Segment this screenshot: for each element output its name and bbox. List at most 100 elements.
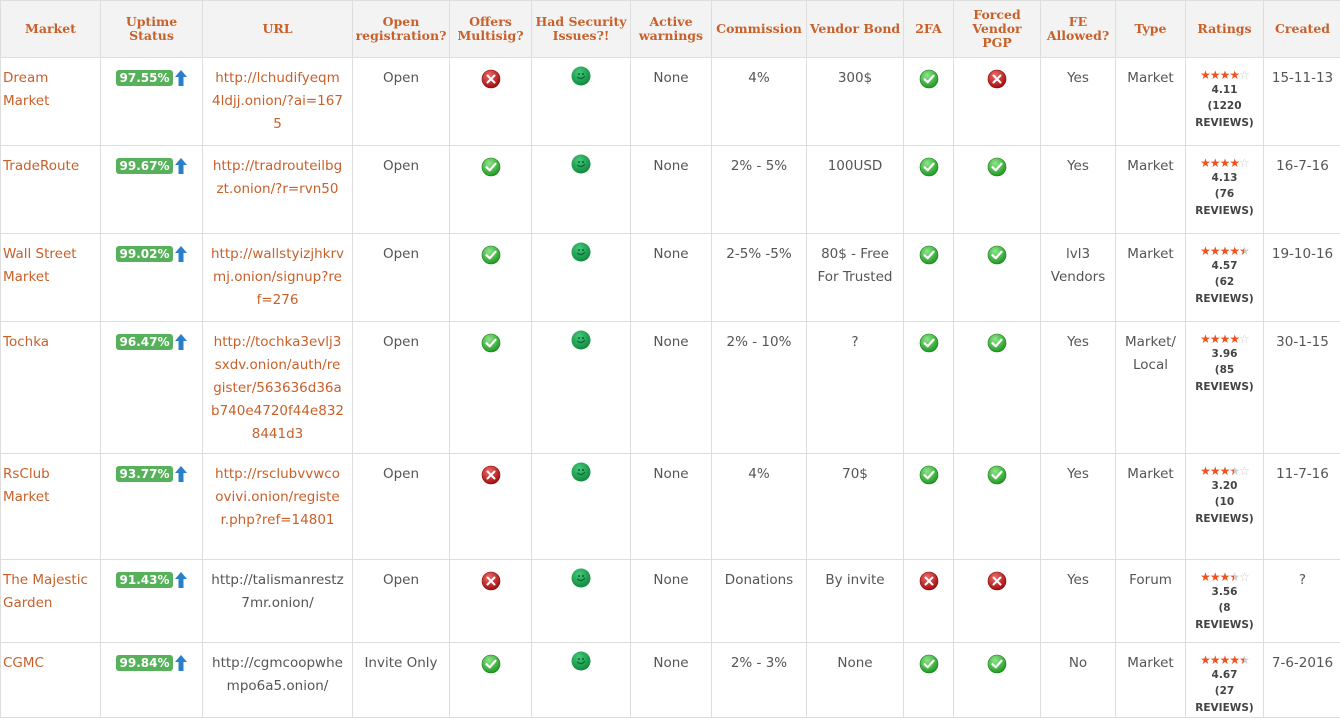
- check-icon: [919, 69, 939, 89]
- market-name-link[interactable]: Wall Street Market: [1, 234, 101, 322]
- uptime-status: 99.02%: [116, 246, 188, 262]
- check-icon: [987, 157, 1007, 177]
- review-count: (8 REVIEWS): [1189, 600, 1260, 634]
- star-rating-icon: ★★★★☆: [1189, 156, 1260, 170]
- forced-pgp-cell: [954, 58, 1041, 146]
- market-type: Market: [1116, 146, 1186, 234]
- rating-cell: ★★★★☆3.96(85 REVIEWS): [1186, 322, 1264, 454]
- column-header[interactable]: Active warnings: [631, 1, 712, 58]
- two-factor-cell: [904, 454, 954, 560]
- column-header[interactable]: Ratings: [1186, 1, 1264, 58]
- forced-pgp-cell: [954, 560, 1041, 643]
- multisig-cell: [450, 643, 532, 718]
- registration-status: Open: [353, 454, 450, 560]
- column-header[interactable]: Commission: [712, 1, 807, 58]
- security-issues-cell: [532, 146, 631, 234]
- market-name-link[interactable]: The Majestic Garden: [1, 560, 101, 643]
- uptime-badge: 93.77%: [116, 466, 174, 482]
- url-link[interactable]: http://tradrouteilbgzt.onion/?r=rvn50: [203, 146, 353, 234]
- rating-value: 3.96: [1189, 346, 1260, 362]
- x-icon: [987, 69, 1007, 89]
- created-date: 30-1-15: [1264, 322, 1340, 454]
- url-link[interactable]: http://wallstyizjhkrvmj.onion/signup?ref…: [203, 234, 353, 322]
- rating-value: 4.67: [1189, 667, 1260, 683]
- created-date: 15-11-13: [1264, 58, 1340, 146]
- star-rating-icon: ★★★★★: [1189, 244, 1260, 258]
- uptime-cell: 99.02%: [101, 234, 203, 322]
- arrow-up-icon: [175, 334, 187, 350]
- multisig-cell: [450, 322, 532, 454]
- column-header[interactable]: Had Security Issues?!: [532, 1, 631, 58]
- registration-status: Open: [353, 322, 450, 454]
- column-header[interactable]: URL: [203, 1, 353, 58]
- rating-value: 4.11: [1189, 82, 1260, 98]
- x-icon: [987, 571, 1007, 591]
- column-header[interactable]: Open registration?: [353, 1, 450, 58]
- market-name-link[interactable]: RsClub Market: [1, 454, 101, 560]
- two-factor-cell: [904, 322, 954, 454]
- review-count: (1220 REVIEWS): [1189, 98, 1260, 132]
- review-count: (85 REVIEWS): [1189, 362, 1260, 396]
- active-warnings: None: [631, 454, 712, 560]
- column-header[interactable]: Created: [1264, 1, 1340, 58]
- url-link[interactable]: http://tochka3evlj3sxdv.onion/auth/regis…: [203, 322, 353, 454]
- vendor-bond: 80$ - Free For Trusted: [807, 234, 904, 322]
- table-row: Dream Market 97.55% http://lchudifyeqm4ldj…: [1, 58, 1340, 146]
- fe-allowed: lvl3 Vendors: [1041, 234, 1116, 322]
- review-count: (10 REVIEWS): [1189, 494, 1260, 528]
- arrow-up-icon: [175, 572, 187, 588]
- uptime-cell: 96.47%: [101, 322, 203, 454]
- column-header[interactable]: 2FA: [904, 1, 954, 58]
- commission: 2% - 10%: [712, 322, 807, 454]
- column-header[interactable]: Forced Vendor PGP: [954, 1, 1041, 58]
- two-factor-cell: [904, 643, 954, 718]
- markets-table: MarketUptime StatusURLOpen registration?…: [0, 0, 1340, 718]
- column-header[interactable]: Uptime Status: [101, 1, 203, 58]
- column-header[interactable]: Offers Multisig?: [450, 1, 532, 58]
- uptime-badge: 99.84%: [116, 655, 174, 671]
- multisig-cell: [450, 58, 532, 146]
- two-factor-cell: [904, 234, 954, 322]
- column-header[interactable]: Type: [1116, 1, 1186, 58]
- rating-cell: ★★★★★4.57(62 REVIEWS): [1186, 234, 1264, 322]
- fe-allowed: Yes: [1041, 560, 1116, 643]
- smiley-icon: [571, 330, 591, 350]
- rating-cell: ★★★★☆4.11(1220 REVIEWS): [1186, 58, 1264, 146]
- uptime-status: 99.84%: [116, 655, 188, 671]
- arrow-up-icon: [175, 158, 187, 174]
- check-icon: [481, 654, 501, 674]
- created-date: 11-7-16: [1264, 454, 1340, 560]
- star-rating-icon: ★★★★★: [1189, 653, 1260, 667]
- column-header[interactable]: Vendor Bond: [807, 1, 904, 58]
- uptime-badge: 91.43%: [116, 572, 174, 588]
- column-header[interactable]: FE Allowed?: [1041, 1, 1116, 58]
- rating-value: 3.20: [1189, 478, 1260, 494]
- url-link[interactable]: http://rsclubvvwcoovivi.onion/register.p…: [203, 454, 353, 560]
- table-row: Tochka96.47%http://tochka3evlj3sxdv.onio…: [1, 322, 1340, 454]
- rating-value: 4.57: [1189, 258, 1260, 274]
- vendor-bond: None: [807, 643, 904, 718]
- two-factor-cell: [904, 146, 954, 234]
- url-link[interactable]: http://lchudifyeqm4ldjj.onion/?ai=1675: [203, 58, 353, 146]
- multisig-cell: [450, 234, 532, 322]
- market-name-link[interactable]: Tochka: [1, 322, 101, 454]
- market-name-link[interactable]: CGMC: [1, 643, 101, 718]
- column-header[interactable]: Market: [1, 1, 101, 58]
- two-factor-cell: [904, 560, 954, 643]
- uptime-badge: 97.55%: [116, 70, 174, 86]
- table-row: RsClub Market 93.77% http://rsclubvvwcoovi…: [1, 454, 1340, 560]
- security-issues-cell: [532, 643, 631, 718]
- market-name-link[interactable]: TradeRoute: [1, 146, 101, 234]
- registration-status: Open: [353, 234, 450, 322]
- commission: 4%: [712, 454, 807, 560]
- market-type: Market: [1116, 58, 1186, 146]
- market-name-link[interactable]: Dream Market: [1, 58, 101, 146]
- commission: 4%: [712, 58, 807, 146]
- smiley-icon: [571, 66, 591, 86]
- header-row: MarketUptime StatusURLOpen registration?…: [1, 1, 1340, 58]
- smiley-icon: [571, 242, 591, 262]
- security-issues-cell: [532, 454, 631, 560]
- registration-status: Invite Only: [353, 643, 450, 718]
- multisig-cell: [450, 454, 532, 560]
- active-warnings: None: [631, 643, 712, 718]
